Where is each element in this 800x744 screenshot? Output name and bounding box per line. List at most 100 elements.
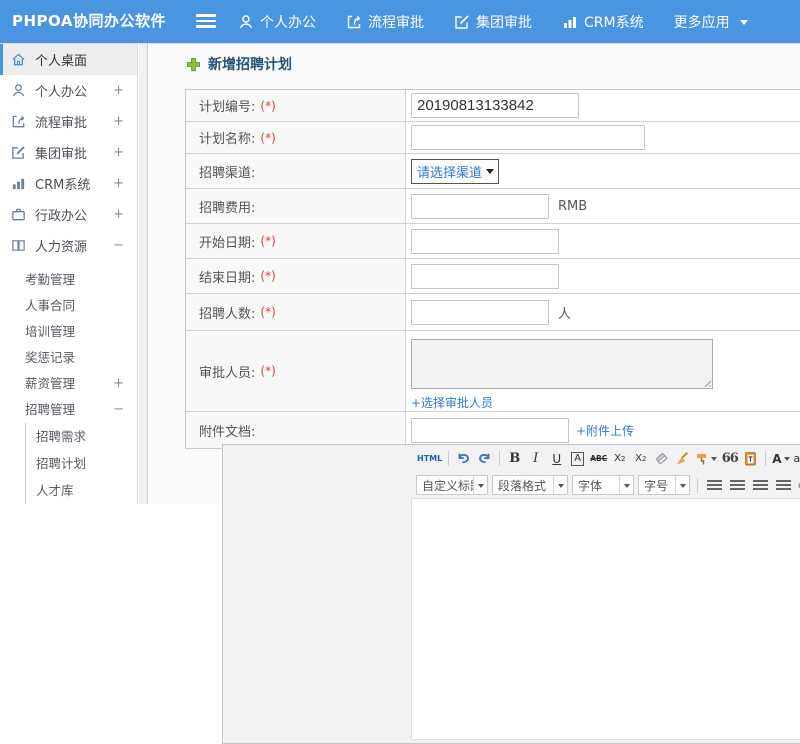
collapse-minus-icon[interactable]: − bbox=[113, 238, 124, 253]
font-border-button[interactable]: A bbox=[568, 449, 587, 469]
redo-button[interactable] bbox=[475, 449, 494, 469]
field-label: 审批人员: (*) bbox=[186, 331, 406, 411]
field-label: 招聘渠道: bbox=[186, 154, 406, 188]
sidebar-item-workflow-approval[interactable]: 流程审批 + bbox=[0, 106, 137, 137]
topnav-label: CRM系统 bbox=[584, 14, 644, 31]
sidebar-item-personal-office[interactable]: 个人办公 + bbox=[0, 75, 137, 106]
chevron-down-icon bbox=[783, 457, 790, 464]
font-size-select[interactable]: 字号 bbox=[638, 475, 690, 495]
required-mark: (*) bbox=[260, 234, 276, 248]
font-color-button[interactable]: A bbox=[771, 449, 790, 469]
sidebar-item-attendance[interactable]: 考勤管理 bbox=[0, 267, 137, 293]
sidebar-item-hr[interactable]: 人力资源 − bbox=[0, 230, 137, 261]
sidebar-item-desktop[interactable]: 个人桌面 bbox=[0, 44, 137, 75]
eraser-button[interactable] bbox=[652, 449, 671, 469]
topnav-item-personal-office[interactable]: 个人办公 bbox=[238, 12, 316, 32]
top-menu: 个人办公 流程审批 集团审批 CRM系统 更多应用 bbox=[238, 0, 748, 43]
align-left-icon[interactable] bbox=[707, 479, 722, 491]
subscript-button[interactable]: X2 bbox=[631, 449, 650, 469]
approvers-textarea[interactable] bbox=[411, 339, 713, 389]
font-family-select[interactable]: 字体 bbox=[572, 475, 634, 495]
label-text: 附件文档: bbox=[199, 424, 256, 440]
sidebar-item-reward-punishment[interactable]: 奖惩记录 bbox=[0, 345, 137, 371]
resize-grip-icon[interactable] bbox=[702, 378, 711, 387]
headcount-input[interactable] bbox=[411, 299, 549, 325]
expand-plus-icon[interactable]: + bbox=[113, 145, 124, 160]
sidebar-item-recruit-plan[interactable]: 招聘计划 bbox=[26, 450, 137, 477]
topnav-item-group-approval[interactable]: 集团审批 bbox=[454, 12, 532, 32]
superscript-button[interactable]: X2 bbox=[610, 449, 629, 469]
align-center-icon[interactable] bbox=[730, 479, 745, 491]
expand-plus-icon[interactable]: + bbox=[113, 207, 124, 222]
sidebar-item-hr-contract[interactable]: 人事合同 bbox=[0, 293, 137, 319]
attachment-input[interactable] bbox=[411, 417, 569, 443]
blockquote-button[interactable]: 66 bbox=[720, 449, 739, 469]
expand-plus-icon[interactable]: + bbox=[113, 83, 124, 98]
expand-plus-icon[interactable]: + bbox=[113, 371, 124, 397]
topnav-item-workflow-approval[interactable]: 流程审批 bbox=[346, 12, 424, 32]
topnav-item-more-apps[interactable]: 更多应用 bbox=[674, 12, 748, 32]
select-approvers-link[interactable]: +选择审批人员 bbox=[411, 394, 493, 411]
field-label: 结束日期: (*) bbox=[186, 259, 406, 293]
clear-format-button[interactable] bbox=[673, 449, 692, 469]
topnav-item-crm[interactable]: CRM系统 bbox=[562, 12, 644, 32]
add-plus-icon bbox=[186, 57, 201, 72]
edit-icon bbox=[11, 145, 26, 160]
sidebar-subitem-label: 招聘管理 bbox=[25, 402, 76, 417]
end-date-input[interactable] bbox=[411, 263, 559, 289]
label-text: 招聘人数: bbox=[199, 306, 256, 322]
attachment-upload-link[interactable]: +附件上传 bbox=[576, 422, 634, 439]
sidebar-item-crm[interactable]: CRM系统 + bbox=[0, 168, 137, 199]
fee-input[interactable] bbox=[411, 193, 549, 219]
toolbar-separator bbox=[499, 451, 501, 466]
undo-button[interactable] bbox=[454, 449, 473, 469]
paste-text-button[interactable] bbox=[741, 449, 760, 469]
sup-exp: 2 bbox=[620, 454, 626, 463]
field-label: 计划编号: (*) bbox=[186, 90, 406, 121]
expand-plus-icon[interactable]: + bbox=[113, 176, 124, 191]
bold-button[interactable]: B bbox=[505, 449, 524, 469]
editor-toolbar-row1: HTML B I U A ABC X2 X2 66 A a bbox=[223, 445, 800, 472]
label-text: 开始日期: bbox=[199, 235, 256, 251]
sidebar-item-admin-office[interactable]: 行政办公 + bbox=[0, 199, 137, 230]
required-mark: (*) bbox=[260, 269, 276, 283]
label-text: 审批人员: bbox=[199, 365, 256, 381]
underline-button[interactable]: U bbox=[547, 449, 566, 469]
sidebar-item-talent-pool[interactable]: 人才库 bbox=[26, 477, 137, 504]
highlight-color-button[interactable]: ab bbox=[793, 449, 800, 469]
select-value: 字号 bbox=[644, 478, 669, 493]
sidebar-item-recruit-demand[interactable]: 招聘需求 bbox=[26, 423, 137, 450]
sidebar-subitem-label: 奖惩记录 bbox=[25, 350, 76, 365]
editor-toolbar-row2: 自定义标题 段落格式 字体 字号 bbox=[223, 472, 800, 498]
sidebar-item-group-approval[interactable]: 集团审批 + bbox=[0, 137, 137, 168]
sidebar-scrollbar[interactable] bbox=[139, 43, 148, 504]
start-date-input[interactable] bbox=[411, 228, 559, 254]
toolbar-separator bbox=[448, 451, 450, 466]
sidebar-item-training[interactable]: 培训管理 bbox=[0, 319, 137, 345]
form-row-approvers: 审批人员: (*) +选择审批人员 bbox=[186, 331, 800, 412]
plan-no-input[interactable] bbox=[411, 93, 579, 118]
highlight-glyph: ab bbox=[793, 452, 800, 465]
format-painter-button[interactable] bbox=[694, 449, 718, 469]
paragraph-format-select[interactable]: 段落格式 bbox=[492, 475, 568, 495]
html-source-button[interactable]: HTML bbox=[416, 449, 443, 469]
italic-button[interactable]: I bbox=[526, 449, 545, 469]
align-justify-icon[interactable] bbox=[776, 479, 791, 491]
recruit-plan-form: 计划编号: (*) 计划名称: (*) 招聘渠道: 请选择渠道 bbox=[185, 89, 800, 449]
editor-content-area[interactable] bbox=[411, 498, 800, 740]
align-right-icon[interactable] bbox=[753, 479, 768, 491]
sidebar-item-salary[interactable]: 薪资管理 + bbox=[0, 371, 137, 397]
channel-select[interactable]: 请选择渠道 bbox=[411, 158, 500, 184]
topnav-label: 流程审批 bbox=[368, 14, 424, 31]
form-row-attachment: 附件文档: +附件上传 bbox=[186, 412, 800, 448]
custom-heading-select[interactable]: 自定义标题 bbox=[416, 475, 488, 495]
sidebar-item-recruit-mgmt[interactable]: 招聘管理 − bbox=[0, 397, 137, 423]
plan-name-input[interactable] bbox=[411, 125, 645, 150]
expand-plus-icon[interactable]: + bbox=[113, 114, 124, 129]
required-mark: (*) bbox=[260, 130, 276, 145]
strikethrough-button[interactable]: ABC bbox=[589, 449, 608, 469]
sidebar-subitem-label: 招聘计划 bbox=[36, 456, 87, 471]
hamburger-menu-icon[interactable] bbox=[196, 14, 216, 29]
collapse-minus-icon[interactable]: − bbox=[113, 397, 124, 423]
form-row-headcount: 招聘人数: (*) 人 bbox=[186, 294, 800, 331]
